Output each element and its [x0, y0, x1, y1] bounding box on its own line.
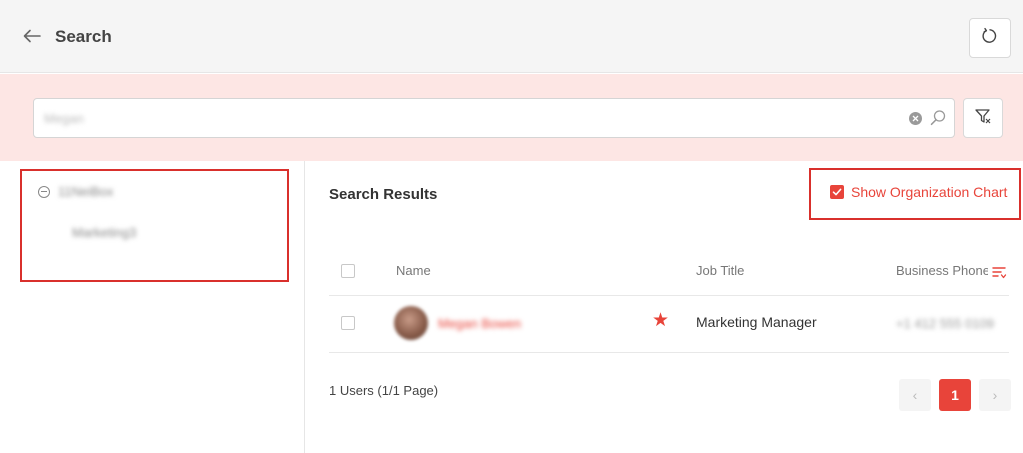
star-icon[interactable]: ★: [652, 311, 669, 330]
arrow-left-icon[interactable]: [20, 24, 44, 48]
page-title: Search: [55, 27, 112, 46]
refresh-icon: [981, 27, 999, 50]
collapse-circle-icon[interactable]: [38, 185, 50, 198]
org-chart-checkbox[interactable]: [830, 185, 844, 199]
search-box: [33, 98, 955, 138]
column-header-business-phone[interactable]: Business Phone: [896, 263, 988, 278]
org-chart-toggle[interactable]: Show Organization Chart: [830, 184, 1007, 200]
user-name-link[interactable]: Megan Bowen: [438, 316, 521, 331]
pagination-prev-button[interactable]: ‹: [899, 379, 931, 411]
panel-divider: [304, 161, 305, 453]
avatar: [394, 306, 428, 340]
column-header-job-title[interactable]: Job Title: [696, 263, 744, 278]
results-count: 1 Users (1/1 Page): [329, 383, 439, 398]
filter-button[interactable]: [963, 98, 1003, 138]
page-header: Search: [0, 0, 1023, 73]
tree-root-label: 11NeiBox: [58, 184, 114, 199]
column-header-name[interactable]: Name: [396, 263, 431, 278]
select-all-checkbox[interactable]: [341, 264, 355, 278]
clear-circle-icon[interactable]: [909, 112, 922, 125]
business-phone-cell: +1 412 555 0109: [896, 316, 994, 331]
pagination-page-1[interactable]: 1: [939, 379, 971, 411]
tree-child-node[interactable]: Marketing3: [72, 225, 136, 240]
pagination-next-button[interactable]: ›: [979, 379, 1011, 411]
results-title: Search Results: [329, 186, 438, 203]
tree-root-node[interactable]: 11NeiBox: [38, 184, 113, 199]
column-settings-icon[interactable]: [991, 264, 1007, 280]
job-title-cell: Marketing Manager: [696, 314, 817, 330]
filter-icon: [974, 107, 992, 130]
table-header-divider: [329, 295, 1009, 296]
search-input[interactable]: [44, 99, 904, 137]
search-bar-area: [0, 74, 1023, 161]
org-chart-label: Show Organization Chart: [851, 184, 1008, 200]
table-row-divider: [329, 352, 1009, 353]
magnifier-icon[interactable]: [929, 109, 947, 127]
row-checkbox[interactable]: [341, 316, 355, 330]
refresh-button[interactable]: [969, 18, 1011, 58]
